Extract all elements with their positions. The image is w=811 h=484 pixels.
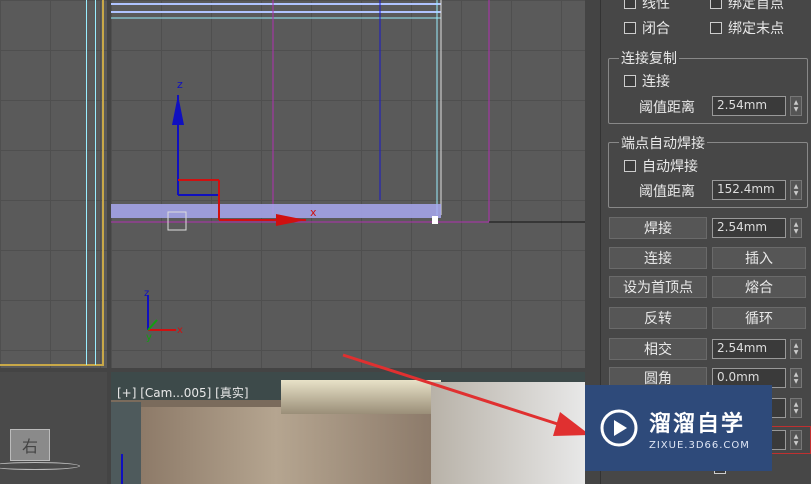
checkbox-linear[interactable]: 线性 bbox=[624, 0, 670, 13]
checkbox-auto-weld[interactable]: 自动焊接 bbox=[624, 156, 698, 176]
viewport-bottom-left[interactable]: 右 bbox=[0, 372, 107, 484]
spinner-arrows[interactable]: ▲ ▼ bbox=[790, 218, 802, 238]
checkbox-box[interactable] bbox=[624, 160, 636, 172]
cycle-button[interactable]: 循环 bbox=[712, 307, 806, 329]
axis-letter: z bbox=[144, 288, 149, 299]
checkbox-box[interactable] bbox=[710, 0, 722, 9]
intersect-spinner[interactable]: 2.54mm ▲ ▼ bbox=[712, 339, 802, 359]
z-axis-small bbox=[121, 454, 123, 484]
camera-label[interactable]: [+] [Cam...005] [真实] bbox=[117, 384, 249, 401]
weld-threshold-input[interactable]: 152.4mm bbox=[712, 180, 786, 200]
weld-spinner[interactable]: 2.54mm ▲ ▼ bbox=[712, 218, 802, 238]
spinner-arrows[interactable]: ▲ ▼ bbox=[790, 398, 802, 418]
wall-left bbox=[111, 402, 141, 484]
group-title: 端点自动焊接 bbox=[619, 133, 707, 153]
view-cube-ring bbox=[0, 462, 80, 470]
checkbox-box[interactable] bbox=[624, 0, 636, 9]
threshold-spinner[interactable]: 2.54mm ▲ ▼ bbox=[712, 96, 802, 116]
spinner-arrows[interactable]: ▲ ▼ bbox=[790, 339, 802, 359]
checkbox-connect[interactable]: 连接 bbox=[624, 71, 670, 91]
weld-threshold-spinner[interactable]: 152.4mm ▲ ▼ bbox=[712, 180, 802, 200]
view-cube-label: 右 bbox=[21, 437, 38, 456]
threshold-label: 阈值距离 bbox=[639, 184, 695, 200]
spinner-arrows[interactable]: ▲ ▼ bbox=[790, 368, 802, 388]
checkbox-box[interactable] bbox=[624, 75, 636, 87]
checkbox-bind-last[interactable]: 绑定末点 bbox=[710, 18, 784, 38]
watermark-title: 溜溜自学 bbox=[649, 411, 746, 437]
spinner-arrows[interactable]: ▲ ▼ bbox=[790, 180, 802, 200]
weld-value[interactable]: 2.54mm bbox=[712, 218, 786, 238]
axis-letter: x bbox=[177, 325, 183, 336]
view-cube[interactable]: 右 bbox=[10, 429, 50, 461]
spinner-arrows[interactable]: ▲ ▼ bbox=[790, 96, 802, 116]
watermark-text: 溜溜自学 ZIXUE.3D66.COM bbox=[649, 406, 750, 451]
checkbox-box[interactable] bbox=[710, 22, 722, 34]
ceiling-light bbox=[281, 380, 441, 414]
viewport-front[interactable]: z x z x y bbox=[111, 0, 585, 368]
z-arrow bbox=[172, 95, 184, 125]
small-y bbox=[147, 319, 158, 331]
connect-button[interactable]: 连接 bbox=[609, 247, 707, 269]
axis-letter: z bbox=[177, 78, 183, 91]
threshold-input[interactable]: 2.54mm bbox=[712, 96, 786, 116]
axis-letter: y bbox=[146, 332, 152, 343]
make-first-button[interactable]: 设为首顶点 bbox=[609, 276, 707, 298]
wall-right bbox=[431, 382, 585, 484]
intersect-button[interactable]: 相交 bbox=[609, 338, 707, 360]
spinner-arrows[interactable]: ▲ ▼ bbox=[790, 430, 802, 450]
checkbox-closed[interactable]: 闭合 bbox=[624, 18, 670, 38]
axis-letter: x bbox=[310, 206, 317, 219]
viewport-left[interactable] bbox=[0, 0, 107, 368]
fuse-button[interactable]: 熔合 bbox=[712, 276, 806, 298]
play-logo-icon bbox=[600, 409, 638, 447]
reverse-button[interactable]: 反转 bbox=[609, 307, 707, 329]
watermark-badge: 溜溜自学 ZIXUE.3D66.COM bbox=[585, 385, 772, 471]
threshold-label: 阈值距离 bbox=[639, 100, 695, 116]
object-outline bbox=[86, 0, 96, 365]
vertex-handle bbox=[432, 216, 438, 224]
intersect-value[interactable]: 2.54mm bbox=[712, 339, 786, 359]
group-title: 连接复制 bbox=[619, 48, 679, 68]
watermark-url: ZIXUE.3D66.COM bbox=[649, 439, 750, 451]
viewport-camera[interactable]: [+] [Cam...005] [真实] bbox=[111, 372, 585, 484]
insert-button[interactable]: 插入 bbox=[712, 247, 806, 269]
viewport-geometry: z x z x y bbox=[111, 0, 585, 343]
wall-back bbox=[141, 407, 441, 484]
weld-button[interactable]: 焊接 bbox=[609, 217, 707, 239]
checkbox-box[interactable] bbox=[624, 22, 636, 34]
checkbox-bind-first[interactable]: 绑定首点 bbox=[710, 0, 784, 13]
